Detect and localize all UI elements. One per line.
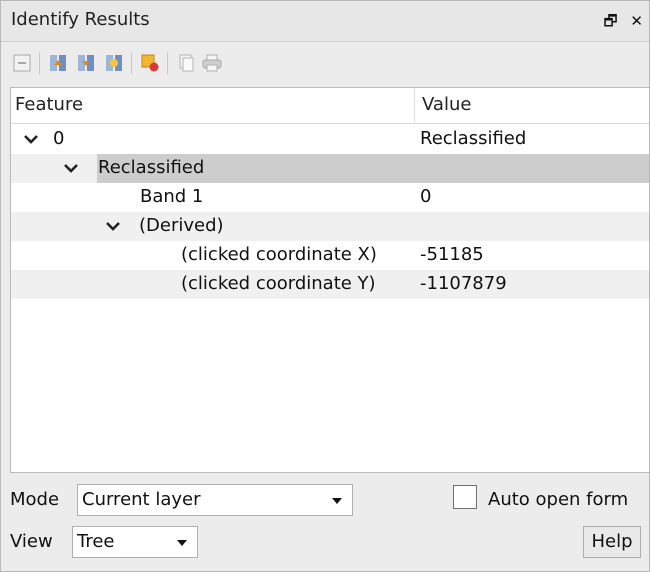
chevron-down-icon[interactable] [21, 129, 41, 149]
identify-results-panel: Identify Results 🗗 ✕ Feature Value 0 Rec… [0, 0, 650, 572]
close-icon[interactable]: ✕ [630, 12, 647, 30]
expand-tree-icon[interactable] [47, 52, 69, 74]
expand-new-features-icon[interactable] [11, 52, 33, 74]
panel-title: Identify Results [11, 9, 150, 30]
toolbar-separator [39, 52, 40, 74]
results-tree[interactable]: Feature Value 0 Reclassified Reclassifie… [10, 87, 649, 473]
help-button[interactable]: Help [583, 526, 641, 558]
view-select-value: Tree [77, 531, 115, 552]
view-row: View Tree Help [1, 523, 649, 563]
tree-row-value: Reclassified [420, 128, 527, 149]
tree-row-derived[interactable]: (Derived) [11, 212, 649, 241]
tree-row-coordinate-y[interactable]: (clicked coordinate Y) -1107879 [11, 270, 649, 299]
chevron-down-icon[interactable] [61, 158, 81, 178]
tree-row-value: 0 [420, 186, 432, 207]
expand-all-icon[interactable] [103, 52, 125, 74]
print-icon[interactable] [201, 52, 223, 74]
auto-open-form-label[interactable]: Auto open form [488, 489, 628, 510]
mode-select-value: Current layer [82, 489, 201, 510]
copy-icon[interactable] [175, 52, 197, 74]
column-header-feature[interactable]: Feature [15, 94, 83, 115]
deselect-features-icon[interactable] [139, 52, 161, 74]
tree-row-feature[interactable]: Reclassified [11, 154, 649, 183]
view-select[interactable]: Tree [72, 526, 198, 558]
mode-label: Mode [10, 489, 60, 510]
title-buttons: 🗗 ✕ [604, 11, 647, 36]
auto-open-form-checkbox[interactable] [453, 485, 477, 509]
tree-row-label: Reclassified [98, 157, 205, 178]
tree-row-value: -51185 [420, 244, 484, 265]
tree-row-coordinate-x[interactable]: (clicked coordinate X) -51185 [11, 241, 649, 270]
toolbar-separator [167, 52, 168, 74]
collapse-tree-icon[interactable] [75, 52, 97, 74]
dropdown-arrow-icon [177, 540, 187, 546]
toolbar-separator [131, 52, 132, 74]
view-label: View [10, 531, 53, 552]
dropdown-arrow-icon [332, 498, 342, 504]
tree-row-attribute[interactable]: Band 1 0 [11, 183, 649, 212]
tree-row-value: -1107879 [420, 273, 507, 294]
tree-row-label: Band 1 [140, 186, 204, 207]
tree-row-label: (clicked coordinate Y) [181, 273, 376, 294]
tree-header: Feature Value [11, 88, 649, 124]
tree-row-label: (clicked coordinate X) [181, 244, 377, 265]
panel-titlebar: Identify Results 🗗 ✕ [1, 1, 649, 42]
column-divider[interactable] [414, 88, 415, 123]
tree-row-label: 0 [53, 128, 65, 149]
toolbar [1, 42, 649, 86]
chevron-down-icon[interactable] [103, 216, 123, 236]
tree-row-label: (Derived) [139, 215, 224, 236]
tree-row-layer[interactable]: 0 Reclassified [11, 125, 649, 154]
column-header-value[interactable]: Value [422, 94, 471, 115]
mode-select[interactable]: Current layer [77, 484, 353, 516]
mode-row: Mode Current layer Auto open form [1, 481, 649, 521]
float-icon[interactable]: 🗗 [604, 12, 622, 30]
